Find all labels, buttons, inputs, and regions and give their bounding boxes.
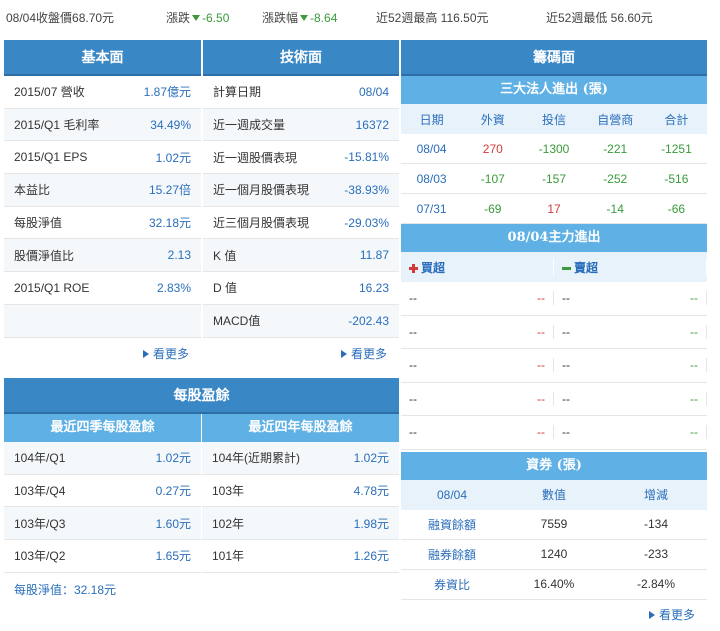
list-item: 102年 1.98元 <box>202 507 399 541</box>
list-item: K 值 11.87 <box>203 239 399 273</box>
list-item: 近一週成交量 16372 <box>203 108 399 142</box>
list-item: 本益比 15.27倍 <box>4 174 201 207</box>
list-item: 近三個月股價表現 -29.03% <box>203 206 399 240</box>
empty-row <box>4 304 201 338</box>
list-item: 103年/Q4 0.27元 <box>4 474 201 508</box>
list-item: D 值 16.23 <box>203 272 399 305</box>
list-item: 103年 4.78元 <box>202 474 399 508</box>
margin-title: 資券 (張) <box>401 451 707 480</box>
change-value: -6.50 <box>202 11 230 25</box>
table-row: 券資比 16.40% -2.84% <box>401 570 707 600</box>
eps-title: 每股盈餘 <box>4 378 399 414</box>
down-arrow-icon <box>300 15 309 22</box>
fundamentals-more-link[interactable]: 看更多 <box>4 338 201 370</box>
pct-item: 漲跌幅 -8.64 <box>262 9 337 26</box>
caret-right-icon <box>648 610 655 619</box>
technicals-list: 計算日期 08/04 近一週成交量 16372 近一週股價表現 -15.81% 近一個… <box>203 76 399 338</box>
down-arrow-icon <box>192 15 201 22</box>
fundamentals-panel: 基本面 2015/07 營收 1.87億元 2015/Q1 毛利率 34.49% 2… <box>4 40 201 372</box>
pct-value: -8.64 <box>310 11 338 25</box>
technicals-title: 技術面 <box>203 40 399 76</box>
list-item: 104年/Q1 1.02元 <box>4 442 201 475</box>
quarter-title: 最近四季每股盈餘 <box>4 414 201 442</box>
eps-panel: 每股盈餘 最近四季每股盈餘 104年/Q1 1.02元 103年/Q4 0.27元 … <box>4 378 399 615</box>
table-row: 融資餘額 7559 -134 <box>401 510 707 540</box>
table-row: 融券餘額 1240 -233 <box>401 540 707 570</box>
table-row: -- -- -- -- <box>401 316 707 349</box>
low-52w: 近52週最低 56.60元 <box>546 11 653 25</box>
plus-icon <box>409 263 418 273</box>
chips-title: 籌碼面 <box>401 40 707 76</box>
list-item: 計算日期 08/04 <box>203 76 399 109</box>
list-item: 近一個月股價表現 -38.93% <box>203 174 399 207</box>
chips-more-link[interactable]: 看更多 <box>401 600 707 630</box>
list-item: 每股淨值 32.18元 <box>4 206 201 240</box>
mainforce-table: 買超 賣超 -- -- -- -- -- -- -- -- -- -- -- -- -- --… <box>401 252 707 450</box>
table-row: -- -- -- -- <box>401 416 707 450</box>
fundamentals-list: 2015/07 營收 1.87億元 2015/Q1 毛利率 34.49% 2015/… <box>4 76 201 338</box>
quote-summary-bar: 08/04收盤價68.70元 漲跌 -6.50 漲跌幅 -8.64 近52週最高 1… <box>0 0 720 34</box>
caret-right-icon <box>340 349 347 358</box>
list-item: 103年/Q3 1.60元 <box>4 507 201 541</box>
list-item: 2015/Q1 毛利率 34.49% <box>4 108 201 142</box>
list-item: 近一週股價表現 -15.81% <box>203 141 399 175</box>
table-row: 07/31 -69 17 -14 -66 <box>401 194 707 224</box>
close-price: 08/04收盤價68.70元 <box>6 11 115 25</box>
table-row: 08/04 270 -1300 -221 -1251 <box>401 134 707 164</box>
eps-columns: 最近四季每股盈餘 104年/Q1 1.02元 103年/Q4 0.27元 103年/… <box>4 414 399 573</box>
chips-panel: 籌碼面 三大法人進出 (張) 日期 外資 投信 自營商 合計 08/04 270… <box>401 40 707 622</box>
minus-icon <box>562 266 571 270</box>
technicals-panel: 技術面 計算日期 08/04 近一週成交量 16372 近一週股價表現 -15.81%… <box>203 40 399 372</box>
fundamentals-title: 基本面 <box>4 40 201 76</box>
table-row: -- -- -- -- <box>401 282 707 316</box>
change-item: 漲跌 -6.50 <box>166 9 229 26</box>
nav-per-share: 每股淨值：32.18元 <box>14 583 117 598</box>
list-item: 101年 1.26元 <box>202 540 399 573</box>
mainforce-title: 08/04主力進出 <box>401 224 707 252</box>
list-item: MACD值 -202.43 <box>203 304 399 338</box>
buy-heading: 買超 <box>401 258 554 276</box>
margin-header: 08/04 數值 增減 <box>401 479 707 510</box>
list-item: 2015/07 營收 1.87億元 <box>4 76 201 109</box>
year-title: 最近四年每股盈餘 <box>202 414 399 442</box>
high-52w: 近52週最高 116.50元 <box>376 11 489 25</box>
technicals-more-link[interactable]: 看更多 <box>203 338 399 370</box>
list-item: 2015/Q1 EPS 1.02元 <box>4 141 201 175</box>
list-item: 股價淨值比 2.13 <box>4 239 201 273</box>
institutional-header: 日期 外資 投信 自營商 合計 <box>401 104 707 134</box>
table-row: -- -- -- -- <box>401 349 707 383</box>
change-label: 漲跌 <box>166 11 191 25</box>
eps-quarters: 最近四季每股盈餘 104年/Q1 1.02元 103年/Q4 0.27元 103年/… <box>4 414 201 573</box>
institutional-title: 三大法人進出 (張) <box>401 76 707 104</box>
list-item: 103年/Q2 1.65元 <box>4 540 201 573</box>
table-row: -- -- -- -- <box>401 383 707 416</box>
mainforce-header: 買超 賣超 <box>401 252 707 282</box>
table-row: 08/03 -107 -157 -252 -516 <box>401 164 707 194</box>
caret-right-icon <box>142 349 149 358</box>
list-item: 2015/Q1 ROE 2.83% <box>4 272 201 305</box>
pct-label: 漲跌幅 <box>262 11 299 25</box>
eps-years: 最近四年每股盈餘 104年(近期累計) 1.02元 103年 4.78元 102年 1… <box>202 414 399 573</box>
sell-heading: 賣超 <box>554 258 707 276</box>
list-item: 104年(近期累計) 1.02元 <box>202 442 399 475</box>
